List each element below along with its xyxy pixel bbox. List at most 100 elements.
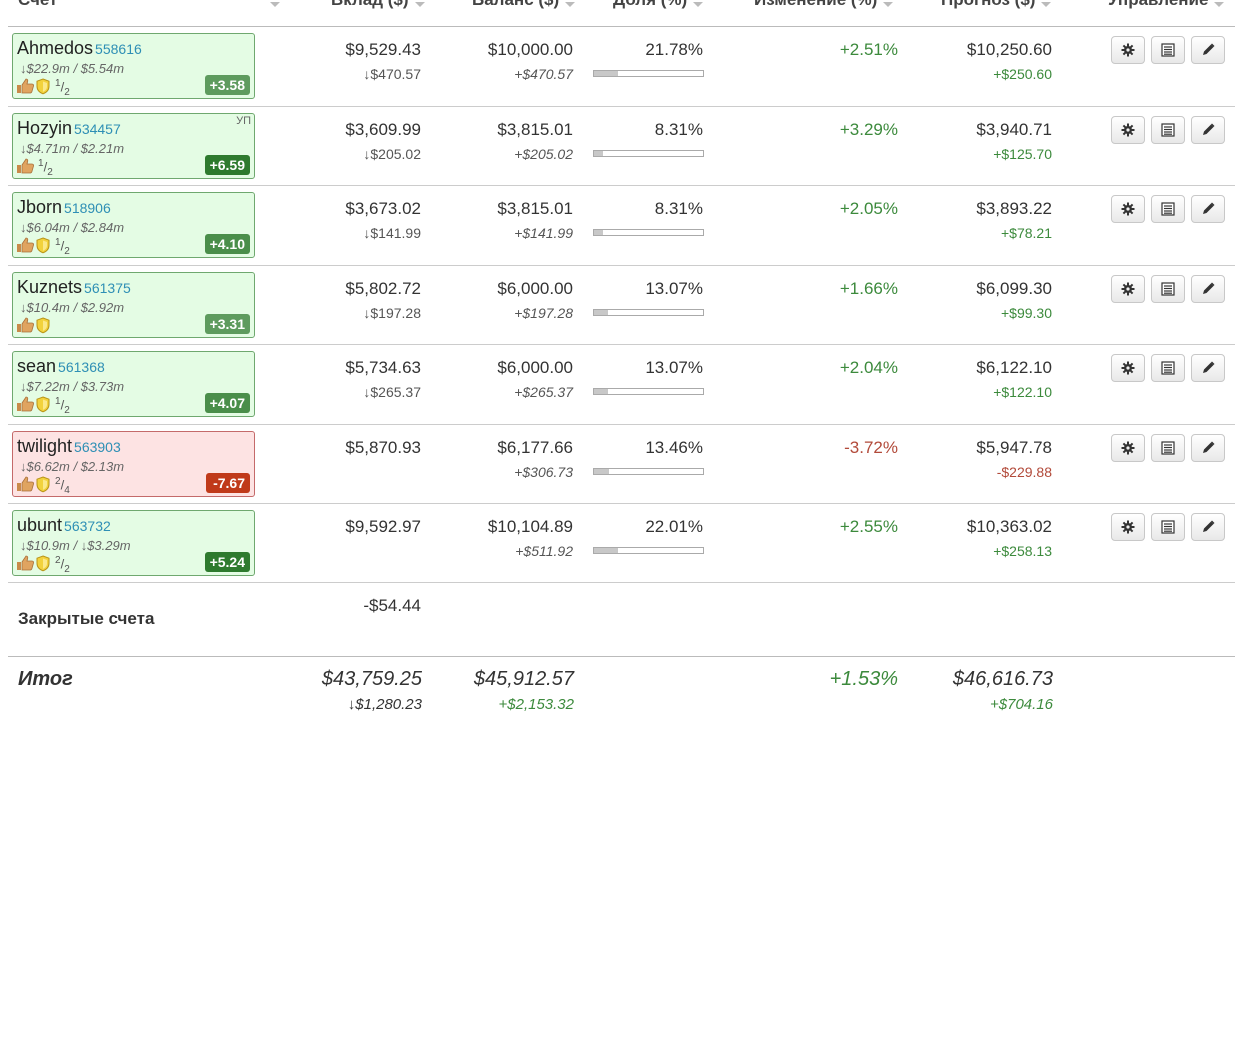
deposit-change: ↓$470.57 (363, 66, 421, 82)
gear-icon (1121, 202, 1135, 216)
account-id-link[interactable]: 563732 (64, 518, 111, 534)
account-card[interactable]: Jborn 518906 ↓$6.04m / $2.84m 1/2 +4.10 (12, 192, 255, 258)
deposit-value: $9,529.43 (345, 40, 421, 59)
score-badge: +5.24 (204, 552, 250, 572)
balance-value: $10,000.00 (487, 40, 573, 59)
account-card[interactable]: Ahmedos 558616 ↓$22.9m / $5.54m 1/2 +3.58 (12, 33, 255, 99)
header-manage[interactable]: Управление (1108, 0, 1225, 16)
settings-button[interactable] (1111, 434, 1145, 462)
settings-button[interactable] (1111, 195, 1145, 223)
account-card[interactable]: sean 561368 ↓$7.22m / $3.73m 1/2 +4.07 (12, 351, 255, 417)
settings-button[interactable] (1111, 354, 1145, 382)
account-fraction: 1/2 (55, 237, 70, 257)
forecast-value: $5,947.78 (976, 438, 1052, 457)
forecast-change: +$258.13 (993, 543, 1052, 559)
settings-button[interactable] (1111, 513, 1145, 541)
list-button[interactable] (1151, 36, 1185, 64)
account-name-line: Jborn 518906 (17, 197, 111, 218)
account-card[interactable]: twilight 563903 ↓$6.62m / $2.13m 2/4 -7.67 (12, 431, 255, 497)
account-volume: ↓$10.4m / $2.92m (20, 300, 125, 315)
list-button[interactable] (1151, 195, 1185, 223)
balance-change: +$205.02 (514, 146, 573, 162)
list-icon (1161, 441, 1175, 455)
score-badge: +4.10 (204, 234, 250, 254)
account-card[interactable]: Kuznets 561375 ↓$10.4m / $2.92m +3.31 (12, 272, 255, 338)
total-forecast-sub: +$704.16 (990, 696, 1053, 713)
edit-button[interactable] (1191, 354, 1225, 382)
balance-change: +$141.99 (514, 225, 573, 241)
total-label: Итог (18, 668, 73, 690)
settings-button[interactable] (1111, 275, 1145, 303)
account-id-link[interactable]: 534457 (74, 121, 121, 137)
account-card[interactable]: Hozyin 534457 УП ↓$4.71m / $2.21m 1/2 +6.59 (12, 113, 255, 179)
total-change: +1.53% (829, 668, 898, 690)
shield-icon (35, 237, 51, 254)
account-id-link[interactable]: 558616 (95, 41, 142, 57)
table-row: ubunt 563732 ↓$10.9m / ↓$3.29m 2/2 +5.24 $9,5… (0, 504, 1246, 584)
forecast-value: $3,940.71 (976, 120, 1052, 139)
balance-value: $6,177.66 (497, 438, 573, 457)
account-icons: 2/4 (16, 476, 70, 496)
share-bar (593, 547, 704, 554)
total-deposit-sub: ↓$1,280.23 (347, 696, 422, 713)
list-button[interactable] (1151, 434, 1185, 462)
change-value: +3.29% (839, 120, 898, 139)
header-deposit[interactable]: Вклад ($) (331, 0, 425, 16)
header-deposit-label: Вклад ($) (331, 0, 409, 9)
edit-button[interactable] (1191, 195, 1225, 223)
settings-button[interactable] (1111, 36, 1145, 64)
header-change[interactable]: Изменение (%) (754, 0, 894, 16)
edit-button[interactable] (1191, 513, 1225, 541)
accounts-table: Счет Вклад ($) Баланс ($) Доля (%) Измен… (0, 0, 1246, 1061)
account-card[interactable]: ubunt 563732 ↓$10.9m / ↓$3.29m 2/2 +5.24 (12, 510, 255, 576)
edit-button[interactable] (1191, 434, 1225, 462)
list-button[interactable] (1151, 116, 1185, 144)
header-account[interactable]: Счет (18, 0, 57, 16)
account-name-line: twilight 563903 (17, 436, 121, 457)
sort-icon (414, 0, 425, 8)
share-bar (593, 229, 704, 236)
fraction-numerator: 2 (55, 476, 61, 487)
list-button[interactable] (1151, 275, 1185, 303)
account-name-line: ubunt 563732 (17, 515, 111, 536)
header-share[interactable]: Доля (%) (613, 0, 704, 16)
total-balance: $45,912.57 (473, 668, 574, 690)
header-account-sort-icon[interactable] (264, 0, 280, 16)
header-balance[interactable]: Баланс ($) (472, 0, 576, 16)
balance-value: $3,815.01 (497, 199, 573, 218)
share-value: 21.78% (645, 40, 703, 59)
forecast-change: +$122.10 (993, 384, 1052, 400)
header-forecast[interactable]: Прогноз ($) (941, 0, 1052, 16)
gear-icon (1121, 43, 1135, 57)
account-id-link[interactable]: 518906 (64, 200, 111, 216)
share-bar-fill (594, 548, 618, 553)
change-value: +2.51% (839, 40, 898, 59)
table-row: Ahmedos 558616 ↓$22.9m / $5.54m 1/2 +3.58 $9,… (0, 27, 1246, 107)
account-id-link[interactable]: 563903 (74, 439, 121, 455)
deposit-change: ↓$265.37 (363, 384, 421, 400)
account-volume: ↓$7.22m / $3.73m (20, 379, 125, 394)
list-button[interactable] (1151, 513, 1185, 541)
pencil-icon (1203, 520, 1215, 532)
account-id-link[interactable]: 561368 (58, 359, 105, 375)
change-value: -3.72% (844, 438, 898, 457)
account-id-link[interactable]: 561375 (84, 280, 131, 296)
edit-button[interactable] (1191, 116, 1225, 144)
thumbs-up-icon (16, 555, 34, 571)
edit-button[interactable] (1191, 275, 1225, 303)
edit-button[interactable] (1191, 36, 1225, 64)
gear-icon (1121, 282, 1135, 296)
fraction-denominator: 2 (64, 563, 70, 575)
share-value: 22.01% (645, 517, 703, 536)
table-row: twilight 563903 ↓$6.62m / $2.13m 2/4 -7.67 $5… (0, 425, 1246, 505)
table-row: Kuznets 561375 ↓$10.4m / $2.92m +3.31 $5,802… (0, 266, 1246, 346)
change-value: +2.05% (839, 199, 898, 218)
sort-icon (1041, 0, 1052, 8)
account-fraction: 1/2 (55, 396, 70, 416)
table-row: Hozyin 534457 УП ↓$4.71m / $2.21m 1/2 +6.59 $3… (0, 107, 1246, 187)
forecast-value: $6,122.10 (976, 358, 1052, 377)
list-button[interactable] (1151, 354, 1185, 382)
account-icons: 1/2 (16, 396, 70, 416)
settings-button[interactable] (1111, 116, 1145, 144)
header-change-label: Изменение (%) (754, 0, 877, 9)
